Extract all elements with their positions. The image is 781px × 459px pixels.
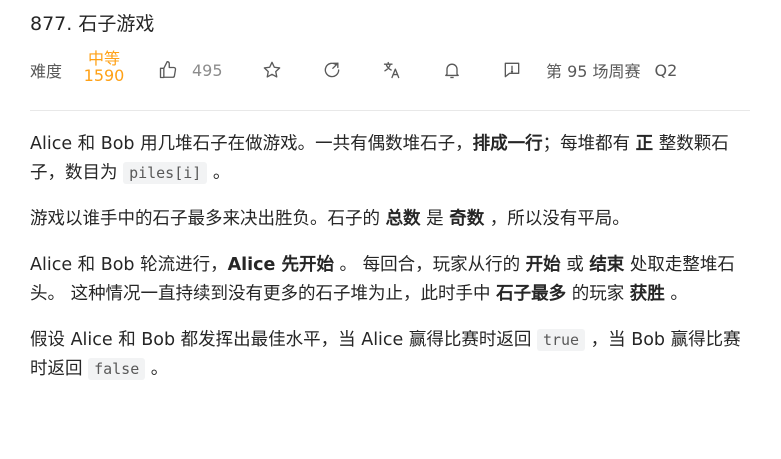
translate-icon[interactable]: [382, 60, 402, 80]
favorite-button[interactable]: [262, 50, 282, 90]
description-paragraph-2: 游戏以谁手中的石子最多来决出胜负。石子的 总数 是 奇数 ，所以没有平局。: [30, 205, 750, 234]
text-segment: 的玩家: [566, 284, 630, 304]
bold-text: 总数: [385, 209, 421, 229]
like-button[interactable]: 495: [158, 50, 223, 90]
like-count: 495: [192, 60, 223, 80]
share-button[interactable]: [322, 50, 342, 90]
bold-text: 正: [635, 134, 654, 154]
star-icon[interactable]: [262, 60, 282, 80]
problem-page: 877. 石子游戏 难度 中等 1590 495 第 95 场周赛 Q2 Ali…: [0, 0, 781, 459]
bold-text: 开始: [525, 255, 561, 275]
contest-question[interactable]: Q2: [655, 61, 678, 80]
inline-code: piles[i]: [123, 162, 208, 184]
text-segment: ，所以没有平局。: [484, 209, 630, 229]
text-segment: 游戏以谁手中的石子最多来决出胜负。石子的: [30, 209, 386, 229]
inline-code: false: [88, 358, 146, 380]
divider: [30, 110, 750, 111]
description-paragraph-1: Alice 和 Bob 用几堆石子在做游戏。一共有偶数堆石子，排成一行；每堆都有…: [30, 130, 750, 188]
bell-icon[interactable]: [442, 60, 462, 80]
contest-label[interactable]: 第 95 场周赛: [546, 58, 641, 82]
problem-meta-bar: 难度 中等 1590 495 第 95 场周赛 Q2: [30, 50, 760, 90]
text-segment: 。: [145, 359, 169, 379]
text-segment: 。: [664, 284, 688, 304]
text-segment: Alice 和 Bob 用几堆石子在做游戏。一共有偶数堆石子，: [30, 134, 473, 154]
contest-link[interactable]: 第 95 场周赛 Q2: [546, 50, 677, 90]
feedback-icon[interactable]: [502, 60, 522, 80]
difficulty-rating: 1590: [83, 66, 125, 85]
notification-button[interactable]: [442, 50, 462, 90]
text-segment: 。 每回合，玩家从行的: [333, 255, 526, 275]
bold-text: 石子最多: [496, 284, 567, 304]
text-segment: 是: [420, 209, 450, 229]
description-paragraph-4: 假设 Alice 和 Bob 都发挥出最佳水平，当 Alice 赢得比赛时返回 …: [30, 326, 750, 384]
inline-code: true: [536, 329, 586, 351]
text-segment: 。: [207, 163, 231, 183]
problem-description: Alice 和 Bob 用几堆石子在做游戏。一共有偶数堆石子，排成一行；每堆都有…: [30, 130, 750, 401]
bold-text: 获胜: [629, 284, 665, 304]
problem-title: 877. 石子游戏: [30, 13, 155, 35]
difficulty-label: 难度: [30, 62, 63, 81]
feedback-button[interactable]: [502, 50, 522, 90]
bold-text: 排成一行: [472, 134, 543, 154]
description-paragraph-3: Alice 和 Bob 轮流进行，Alice 先开始 。 每回合，玩家从行的 开…: [30, 251, 750, 309]
text-segment: ；每堆都有: [542, 134, 636, 154]
difficulty-value: 中等: [87, 49, 120, 68]
translate-button[interactable]: [382, 50, 402, 90]
bold-text: 结束: [589, 255, 625, 275]
share-icon[interactable]: [322, 60, 342, 80]
text-segment: 或: [560, 255, 590, 275]
bold-text: Alice 先开始: [227, 255, 334, 275]
text-segment: 假设 Alice 和 Bob 都发挥出最佳水平，当 Alice 赢得比赛时返回: [30, 330, 537, 350]
difficulty-badge: 中等 1590: [82, 50, 126, 84]
text-segment: Alice 和 Bob 轮流进行，: [30, 255, 228, 275]
thumbs-up-icon[interactable]: [158, 60, 178, 80]
bold-text: 奇数: [449, 209, 485, 229]
